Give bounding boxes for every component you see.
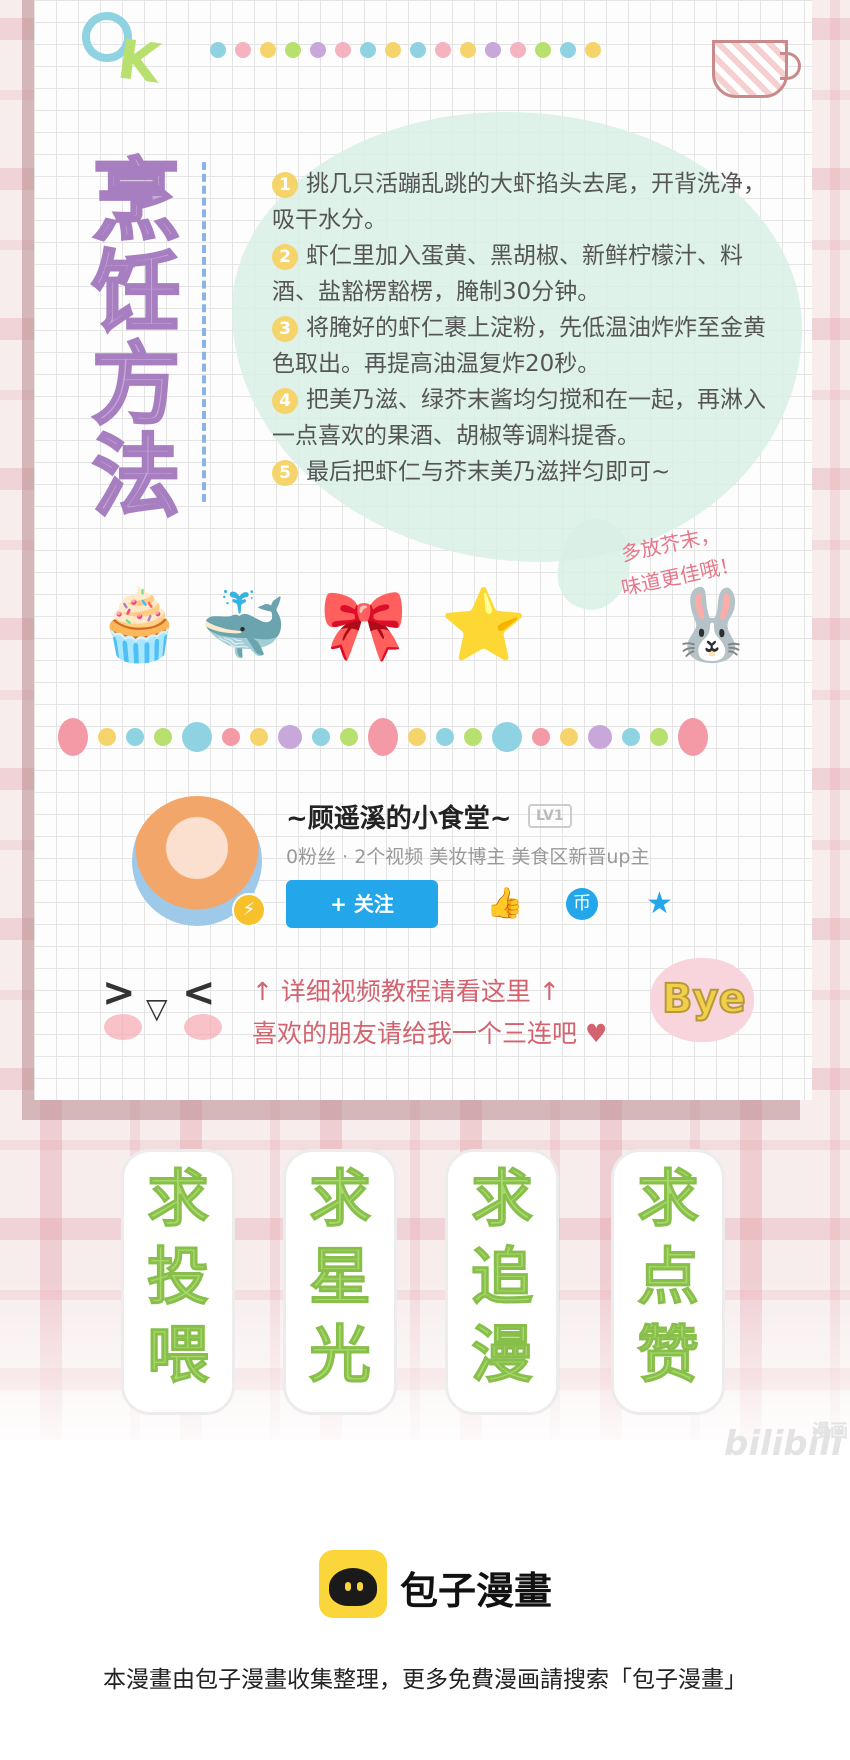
cta-card-starlight: 求星光 [286, 1152, 394, 1412]
watermark-suffix: 漫画 [812, 1421, 848, 1442]
baozi-logo-name: 包子漫畫 [400, 1569, 553, 1613]
coffee-cup-icon [712, 40, 788, 98]
step-number: 2 [272, 243, 298, 270]
baozi-logo-icon [319, 1550, 387, 1618]
step-1: 1 挑几只活蹦乱跳的大虾掐头去尾，开背洗净，吸干水分。 [272, 166, 772, 238]
cta-card-feed: 求投喂 [124, 1152, 232, 1412]
face-mouth: ▽ [146, 992, 168, 1025]
step-text: 把美乃滋、绿芥末酱均匀搅和在一起，再淋入一点喜欢的果酒、胡椒等调料提香。 [272, 387, 766, 449]
level-badge: LV1 [528, 804, 572, 828]
footer-description: 本漫畫由包子漫畫收集整理，更多免費漫画請搜索「包子漫畫」 [103, 1667, 747, 1693]
coin-icon[interactable]: 币 [566, 888, 598, 920]
bunny-icon: 🐰 [668, 584, 756, 666]
ok-k-decoration: K [113, 27, 165, 96]
step-5: 5 最后把虾仁与芥末美乃滋拌匀即可~ [272, 454, 772, 490]
cta-card-like: 求点赞 [614, 1152, 722, 1412]
confetti-row [210, 42, 601, 58]
step-text: 将腌好的虾仁裹上淀粉，先低温油炸炸至金黄色取出。再提高油温复炸20秒。 [272, 315, 766, 377]
uploader-meta: 0粉丝 · 2个视频 美妆博主 美食区新晋up主 [286, 846, 650, 868]
cupcake-icon: 🧁 [96, 584, 184, 666]
face-eye-right: < [182, 970, 216, 1016]
star-sticker-icon: ⭐ [440, 584, 528, 666]
face-cheek-left [104, 1014, 142, 1040]
step-text: 最后把虾仁与芥末美乃滋拌匀即可~ [306, 459, 671, 485]
step-number: 3 [272, 315, 298, 342]
step-number: 4 [272, 387, 298, 414]
face-eye-left: > [102, 970, 136, 1016]
thumbs-up-icon[interactable]: 👍 [486, 888, 523, 920]
face-cheek-right [184, 1014, 222, 1040]
step-text: 虾仁里加入蛋黄、黑胡椒、新鲜柠檬汁、料酒、盐豁楞豁楞，腌制30分钟。 [272, 243, 743, 305]
whale-icon: 🐳 [200, 584, 288, 666]
cta-card-follow-comic: 求追漫 [448, 1152, 556, 1412]
card-text: 求追漫 [470, 1162, 533, 1392]
step-4: 4 把美乃滋、绿芥末酱均匀搅和在一起，再淋入一点喜欢的果酒、胡椒等调料提香。 [272, 382, 772, 454]
step-text: 挑几只活蹦乱跳的大虾掐头去尾，开背洗净，吸干水分。 [272, 171, 766, 233]
dashed-divider [202, 162, 206, 502]
bye-text: Bye [661, 975, 747, 1023]
cta-line-1: ↑ 详细视频教程请看这里 ↑ [252, 977, 560, 1006]
title-char: 法 [90, 424, 181, 530]
card-text: 求投喂 [146, 1162, 209, 1392]
bow-icon: 🎀 [320, 584, 408, 666]
card-text: 求点赞 [636, 1162, 699, 1392]
pom-pom-row [58, 718, 708, 756]
follow-button[interactable]: + 关注 [286, 880, 438, 928]
step-number: 5 [272, 459, 298, 486]
step-2: 2 虾仁里加入蛋黄、黑胡椒、新鲜柠檬汁、料酒、盐豁楞豁楞，腌制30分钟。 [272, 238, 772, 310]
card-text: 求星光 [308, 1162, 371, 1392]
cta-line-2: 喜欢的朋友请给我一个三连吧 ♥ [252, 1019, 608, 1048]
step-number: 1 [272, 171, 298, 198]
uploader-name[interactable]: ~顾遥溪的小食堂~ [286, 798, 512, 835]
star-icon[interactable]: ★ [646, 888, 673, 920]
lightning-badge-icon: ⚡ [232, 893, 266, 927]
step-3: 3 将腌好的虾仁裹上淀粉，先低温油炸炸至金黄色取出。再提高油温复炸20秒。 [272, 310, 772, 382]
